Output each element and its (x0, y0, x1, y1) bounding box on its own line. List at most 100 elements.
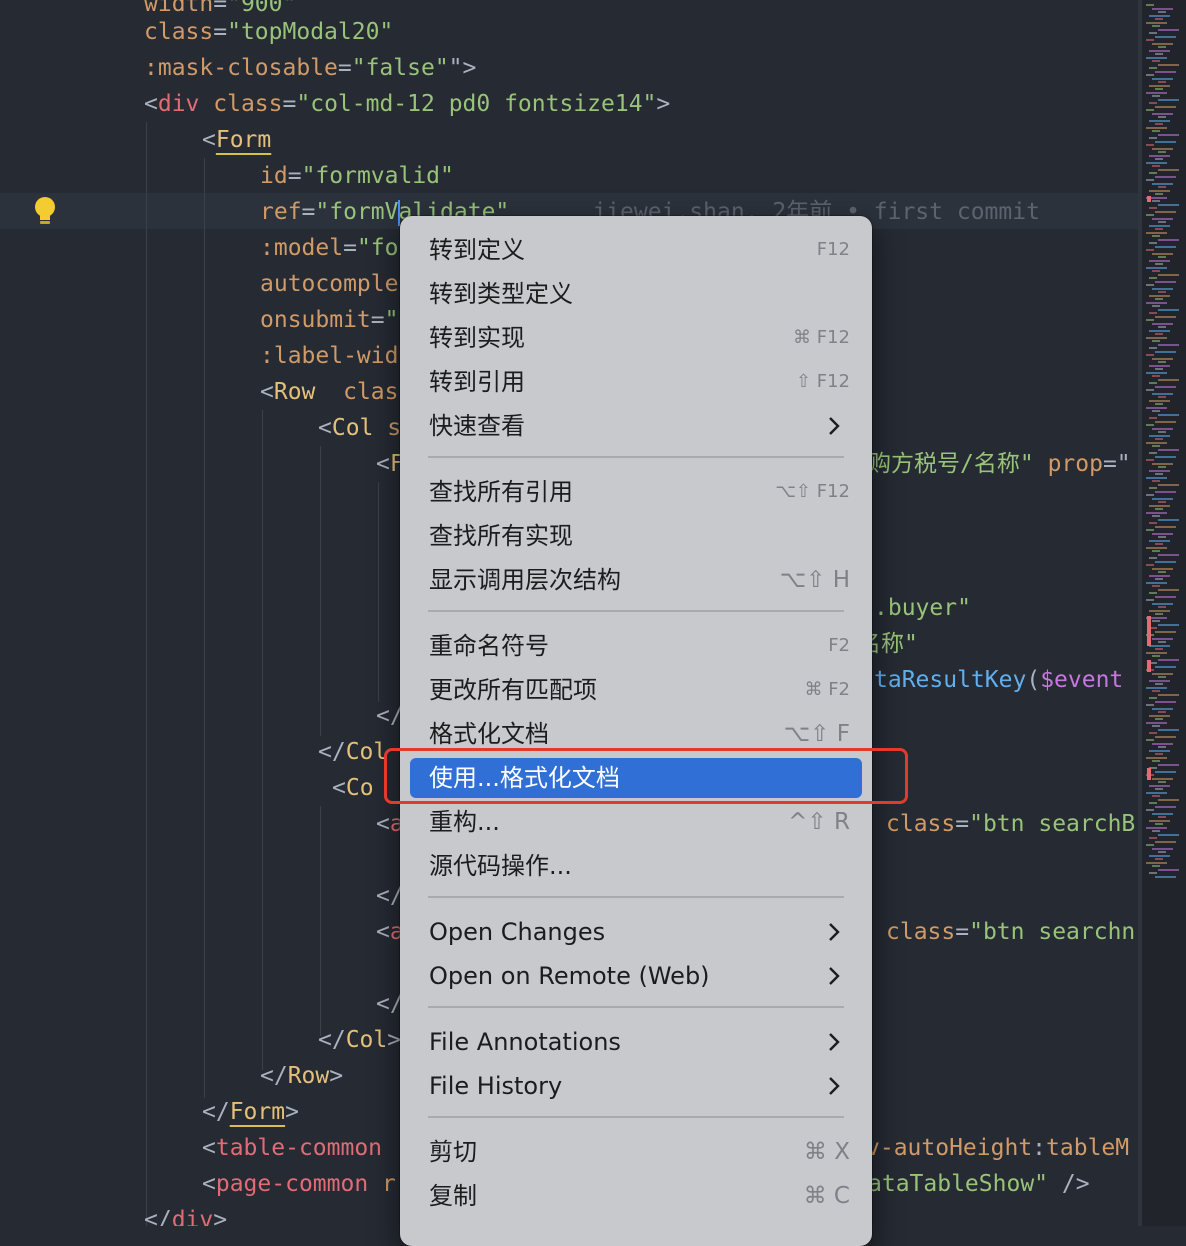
menu-item-shortcut: ⌥⇧ F12 (775, 481, 850, 502)
code-token: > (285, 1099, 299, 1125)
minimap-line (1149, 14, 1170, 17)
menu-item-label: 转到引用 (429, 368, 525, 396)
code-line-fragment[interactable]: class="btn searchn (886, 914, 1135, 950)
minimap-line (1152, 235, 1160, 237)
code-line[interactable]: </Col> (318, 1022, 401, 1058)
menu-item[interactable]: 重命名符号 F2 (410, 626, 862, 666)
minimap-line (1155, 280, 1176, 283)
code-token: div (171, 1207, 214, 1226)
minimap-line (1149, 259, 1170, 262)
code-line[interactable]: id="formvalid" (260, 158, 454, 194)
minimap-line (1146, 406, 1167, 409)
menu-item-label: 更改所有匹配项 (429, 676, 597, 704)
minimap-line (1146, 284, 1154, 286)
code-token: "fo (356, 235, 399, 261)
code-token: class (886, 811, 956, 837)
menu-item[interactable]: 查找所有实现 (410, 516, 862, 556)
minimap-line (1149, 539, 1170, 542)
menu-item[interactable]: 重构... ^⇧ R (410, 802, 862, 842)
code-token: "btn searchB (969, 811, 1136, 837)
code-token: = (955, 919, 970, 945)
minimap-line (1152, 392, 1173, 395)
minimap-line (1158, 868, 1179, 871)
menu-item[interactable]: 转到实现 ⌘ F12 (410, 318, 862, 358)
code-line[interactable]: </Row> (260, 1058, 343, 1094)
minimap-line (1146, 704, 1154, 706)
minimap-line (1152, 532, 1173, 535)
code-line-fragment[interactable]: ataTableShow" /> (868, 1166, 1090, 1202)
menu-item[interactable]: 转到类型定义 (410, 274, 862, 314)
minimap-line (1152, 7, 1173, 10)
menu-item[interactable]: 转到定义 F12 (410, 230, 862, 270)
minimap-line (1158, 483, 1179, 486)
menu-item[interactable]: File Annotations (410, 1022, 862, 1062)
code-line-fragment[interactable]: 购方税号/名称" prop=" (868, 446, 1131, 482)
code-line[interactable]: :model="fo (260, 230, 399, 266)
menu-item[interactable]: 复制 ⌘ C (410, 1176, 862, 1216)
minimap-line (1155, 298, 1163, 300)
code-line[interactable]: onsubmit=" (260, 302, 399, 338)
minimap-line (1149, 452, 1157, 454)
menu-item[interactable]: 转到引用 ⇧ F12 (410, 362, 862, 402)
code-line[interactable]: </Form> (202, 1094, 299, 1130)
code-line-fragment[interactable]: .buyer" (874, 590, 971, 626)
menu-item-shortcut: ⌘ C (803, 1183, 850, 1209)
code-token: = (213, 19, 228, 45)
minimap-line (1149, 487, 1157, 489)
code-token: div (157, 91, 200, 117)
menu-item[interactable]: Open on Remote (Web) (410, 956, 862, 996)
menu-item[interactable]: File History (410, 1066, 862, 1106)
code-line[interactable]: <Row clas (260, 374, 399, 410)
minimap-line (1152, 707, 1173, 710)
minimap-line (1146, 21, 1167, 24)
menu-item[interactable]: 源代码操作... (410, 846, 862, 886)
code-line[interactable]: </div> (144, 1202, 227, 1226)
code-line[interactable]: <table-common (202, 1130, 396, 1166)
code-token: < (202, 1171, 216, 1197)
code-line[interactable]: autocomple (260, 266, 398, 302)
code-token: < (376, 811, 390, 837)
code-token: /> (1048, 1171, 1090, 1197)
indent-guide (378, 482, 379, 702)
minimap-line (1146, 529, 1154, 531)
minimap-line (1152, 340, 1160, 342)
code-line[interactable]: <Form (202, 122, 271, 158)
minimap-line (1158, 168, 1179, 171)
minimap-line (1152, 42, 1173, 45)
minimap-line (1152, 865, 1160, 867)
minimap-line (1152, 742, 1173, 745)
code-line[interactable]: <Co (332, 770, 374, 806)
minimap-line (1149, 189, 1170, 192)
minimap[interactable] (1142, 0, 1186, 1226)
code-line[interactable]: <div class="col-md-12 pd0 fontsize14"> (144, 86, 670, 122)
menu-item[interactable]: Open Changes (410, 912, 862, 952)
menu-item[interactable]: 查找所有引用 ⌥⇧ F12 (410, 472, 862, 512)
code-line[interactable]: :label-wid (260, 338, 398, 374)
menu-item[interactable]: 显示调用层次结构 ⌥⇧ H (410, 560, 862, 600)
code-token: .buyer" (874, 595, 971, 621)
lightbulb-icon[interactable] (33, 196, 57, 226)
code-line[interactable]: </Col (318, 734, 387, 770)
minimap-line (1152, 777, 1173, 780)
menu-item-label: 快速查看 (429, 412, 525, 440)
code-line[interactable]: <page-common r (202, 1166, 396, 1202)
minimap-line (1152, 287, 1173, 290)
code-line[interactable]: :mask-closable="false""> (144, 50, 476, 86)
minimap-line (1149, 84, 1170, 87)
minimap-line (1155, 245, 1176, 248)
code-line[interactable]: class="topModal20" (144, 14, 393, 50)
minimap-line (1146, 214, 1154, 216)
menu-item[interactable]: 更改所有匹配项 ⌘ F2 (410, 670, 862, 710)
minimap-line (1155, 18, 1163, 20)
code-line-fragment[interactable]: taResultKey($event (874, 662, 1123, 698)
minimap-line (1158, 781, 1166, 783)
menu-item[interactable]: 快速查看 (410, 406, 862, 446)
code-line-fragment[interactable]: class="btn searchB (886, 806, 1135, 842)
minimap-line (1149, 574, 1170, 577)
code-line-fragment[interactable]: v-autoHeight:tableM (866, 1130, 1129, 1166)
menu-item[interactable]: 剪切 ⌘ X (410, 1132, 862, 1172)
minimap-line (1155, 490, 1176, 493)
code-line[interactable]: <Col s (318, 410, 401, 446)
minimap-line (1146, 109, 1154, 111)
